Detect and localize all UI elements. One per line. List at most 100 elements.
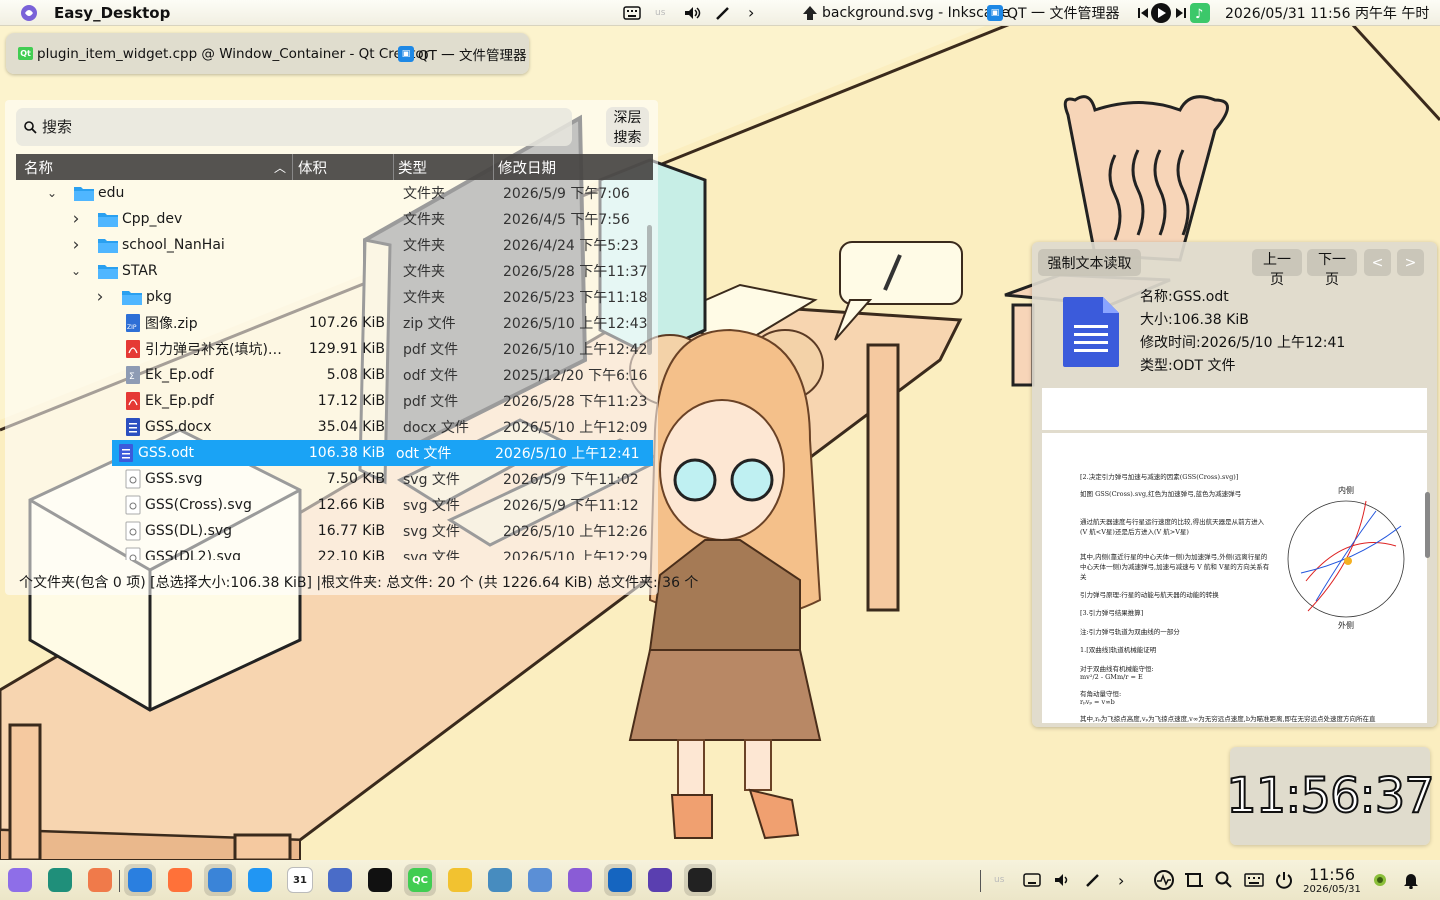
file-date: 2026/5/9 下午11:12 xyxy=(503,498,639,514)
folder-row[interactable]: ⌄ edu 文件夹 2026/5/9 下午7:06 xyxy=(16,180,653,206)
pen-icon[interactable] xyxy=(1085,860,1101,900)
file-manager-window: 深层搜索 名称 ︿ 体积 类型 修改日期 ⌄ edu 文件夹 2026/5/9 下午7… xyxy=(5,100,698,595)
file-row[interactable]: Ek_Ep.pdf 17.12 KiB pdf 文件 2026/5/28 下午11:2… xyxy=(16,388,653,414)
input-method-icon[interactable]: us xyxy=(655,0,665,25)
file-size: 22.10 KiB xyxy=(317,549,385,560)
chevron-right-icon[interactable]: › xyxy=(70,206,82,232)
file-row[interactable]: GSS.svg 7.50 KiB svg 文件 2026/5/9 下午11:02 xyxy=(16,466,653,492)
file-row[interactable]: Σ Ek_Ep.odf 5.08 KiB odf 文件 2025/12/20 下午6:1… xyxy=(16,362,653,388)
music-player-icon[interactable]: ♪ xyxy=(1190,0,1210,25)
deep-search-button[interactable]: 深层搜索 xyxy=(606,107,649,147)
dock-clock[interactable]: 11:56 2026/05/31 xyxy=(1300,866,1364,896)
sort-chevron-up-icon[interactable]: ︿ xyxy=(274,154,286,180)
file-date: 2026/5/28 下午11:37 xyxy=(503,264,648,280)
file-row[interactable]: GSS.docx 35.04 KiB docx 文件 2026/5/10 上午12:0… xyxy=(16,414,653,440)
folder-row[interactable]: ⌄ STAR 文件夹 2026/5/28 下午11:37 xyxy=(16,258,653,284)
volume-icon[interactable] xyxy=(683,0,701,25)
swirl-icon[interactable] xyxy=(524,864,556,896)
keyboard-icon[interactable] xyxy=(623,0,641,25)
file-row[interactable]: GSS(DL2).svg 22.10 KiB svg 文件 2026/5/10 上午1… xyxy=(16,544,653,560)
inkscape-icon[interactable] xyxy=(684,864,716,896)
code-icon[interactable] xyxy=(604,864,636,896)
monitor-icon[interactable] xyxy=(644,864,676,896)
chevron-down-icon[interactable]: ⌄ xyxy=(46,180,58,206)
file-row[interactable]: ZIP 图像.zip 107.26 KiB zip 文件 2026/5/10 上午12:… xyxy=(16,310,653,336)
chevron-right-icon[interactable]: › xyxy=(70,232,82,258)
column-name[interactable]: 名称 xyxy=(24,154,53,180)
calendar-icon[interactable]: 31 xyxy=(284,864,316,896)
file-name: edu xyxy=(98,185,125,201)
godot-icon[interactable] xyxy=(484,864,516,896)
next-page-button[interactable]: 下一页 xyxy=(1307,249,1357,288)
switcher-item-file-manager[interactable]: ▣ QT 一 文件管理器 xyxy=(398,33,526,74)
force-text-read-button[interactable]: 强制文本读取 xyxy=(1038,249,1141,276)
column-size[interactable]: 体积 xyxy=(298,154,327,180)
file-row[interactable]: 引力弹弓补充(填坑)… 129.91 KiB pdf 文件 2026/5/10 上午1… xyxy=(16,336,653,362)
firefox-icon[interactable] xyxy=(164,864,196,896)
folder-row[interactable]: › Cpp_dev 文件夹 2026/4/5 下午7:56 xyxy=(16,206,653,232)
file-size: 129.91 KiB xyxy=(308,341,385,357)
activity-monitor-icon[interactable] xyxy=(1154,860,1174,900)
forward-button[interactable]: > xyxy=(1397,249,1424,276)
file-size: 107.26 KiB xyxy=(308,315,385,331)
file-size: 7.50 KiB xyxy=(326,471,385,487)
onscreen-keyboard-icon[interactable] xyxy=(1244,860,1264,900)
document-icon xyxy=(1063,297,1119,367)
pikachu-icon[interactable] xyxy=(444,864,476,896)
chevron-right-icon[interactable]: › xyxy=(748,0,754,25)
file-name: 图像.zip xyxy=(145,316,198,332)
shapes-icon[interactable] xyxy=(564,864,596,896)
pen-icon[interactable] xyxy=(715,0,731,25)
qq-icon[interactable] xyxy=(364,864,396,896)
terminal-icon[interactable] xyxy=(44,864,76,896)
app-grid-icon[interactable] xyxy=(84,864,116,896)
column-type[interactable]: 类型 xyxy=(398,154,427,180)
file-manager-icon: ▣ xyxy=(398,45,414,62)
file-row[interactable]: GSS(DL).svg 16.77 KiB svg 文件 2026/5/10 上午12… xyxy=(16,518,653,544)
chevron-right-icon[interactable]: › xyxy=(1118,860,1124,900)
notification-bell-icon[interactable] xyxy=(1402,860,1420,900)
file-date: 2026/5/9 下午11:02 xyxy=(503,472,639,488)
launcher-icon[interactable] xyxy=(4,864,36,896)
file-date: 2026/5/10 上午12:29 xyxy=(503,550,648,560)
launcher-icon[interactable] xyxy=(20,0,38,25)
file-list-scrollbar[interactable] xyxy=(647,225,652,355)
media-prev-icon[interactable] xyxy=(1137,0,1149,25)
switcher-item-qt-creator[interactable]: Qt plugin_item_widget.cpp @ Window_Conta… xyxy=(18,33,429,74)
chevron-right-icon[interactable]: › xyxy=(94,284,106,310)
prev-page-button[interactable]: 上一页 xyxy=(1252,249,1302,288)
screenshot-icon[interactable] xyxy=(1185,860,1203,900)
keyboard-icon[interactable] xyxy=(1023,860,1041,900)
search-icon[interactable] xyxy=(1215,860,1233,900)
taskbar-window-file-manager[interactable]: ▣ QT 一 文件管理器 xyxy=(987,0,1119,25)
media-play-icon[interactable] xyxy=(1150,0,1172,25)
column-date[interactable]: 修改日期 xyxy=(498,154,556,180)
input-method-icon[interactable]: us xyxy=(994,860,1004,900)
odt-file-icon xyxy=(118,440,134,466)
file-row[interactable]: GSS.odt 106.38 KiB odt 文件 2026/5/10 上午12:41 xyxy=(16,440,653,466)
document-text-line: 关 xyxy=(1080,573,1087,581)
taskbar-window-inkscape[interactable]: background.svg - Inkscape xyxy=(802,0,1010,25)
file-date: 2026/4/5 下午7:56 xyxy=(503,212,630,228)
file-type: docx 文件 xyxy=(403,420,469,436)
file-row[interactable]: GSS(Cross).svg 12.66 KiB svg 文件 2026/5/9 下午… xyxy=(16,492,653,518)
settings-icon[interactable] xyxy=(324,864,356,896)
file-size xyxy=(295,206,385,232)
volume-icon[interactable] xyxy=(1053,860,1071,900)
folder-row[interactable]: › pkg 文件夹 2026/5/23 下午11:18 xyxy=(16,284,653,310)
folder-row[interactable]: › school_NanHai 文件夹 2026/4/24 下午5:23 xyxy=(16,232,653,258)
deepin-icon[interactable] xyxy=(244,864,276,896)
back-button[interactable]: < xyxy=(1364,249,1391,276)
chevron-down-icon[interactable]: ⌄ xyxy=(70,258,82,284)
folder-icon xyxy=(73,180,95,206)
browser-icon[interactable] xyxy=(204,864,236,896)
search-input[interactable] xyxy=(40,117,544,137)
file-manager-icon[interactable] xyxy=(124,864,156,896)
power-icon[interactable] xyxy=(1275,860,1293,900)
preview-scrollbar[interactable] xyxy=(1425,492,1430,558)
qt-creator-icon[interactable]: QC xyxy=(404,864,436,896)
panel-datetime[interactable]: 2026/05/31 11:56 丙午年 午时 xyxy=(1225,0,1429,25)
svg-text:♪: ♪ xyxy=(1195,7,1203,22)
status-indicator-icon[interactable] xyxy=(1373,860,1387,900)
media-next-icon[interactable] xyxy=(1175,0,1187,25)
